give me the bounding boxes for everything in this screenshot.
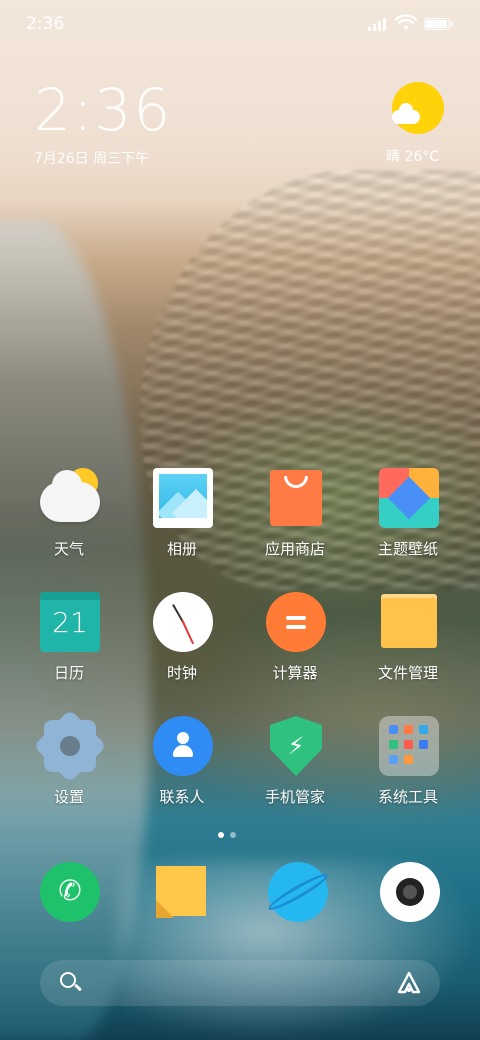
app-gallery[interactable]: 相册 [127,468,237,568]
calendar-icon: 21 [40,592,100,652]
folder-system-tools[interactable]: 系统工具 [353,716,463,816]
battery-icon [424,18,453,30]
app-contacts[interactable]: 联系人 [127,716,237,816]
app-store-icon [266,468,326,528]
app-label: 计算器 [272,664,318,682]
weather-text: 晴 26°C [386,149,440,165]
dock-notes[interactable] [154,862,214,922]
signal-icon [368,17,390,31]
contacts-icon [153,716,213,776]
app-themes[interactable]: 主题壁纸 [353,468,463,568]
wifi-icon [395,14,417,30]
app-label: 系统工具 [377,788,438,806]
app-label: 手机管家 [264,788,325,806]
calculator-icon [266,592,326,652]
app-label: 天气 [53,540,84,558]
cloud-icon [392,103,420,124]
app-store[interactable]: 应用商店 [240,468,350,568]
browser-icon [265,869,331,915]
weather-widget[interactable]: 晴 26°C [380,80,460,170]
clock-widget-time: 2:36 [34,76,173,144]
themes-icon [379,468,439,528]
assistant-icon[interactable] [396,970,422,996]
app-calculator[interactable]: 计算器 [240,592,350,692]
page-dot-2[interactable] [230,832,236,838]
settings-icon [40,716,100,776]
app-weather[interactable]: 天气 [14,468,124,568]
app-clock[interactable]: 时钟 [127,592,237,692]
camera-icon [396,878,424,906]
system-tools-folder-icon [379,716,439,776]
dock-browser[interactable] [265,862,331,922]
page-dot-1[interactable] [218,832,224,838]
app-label: 相册 [166,540,197,558]
page-indicator[interactable] [214,830,264,840]
app-settings[interactable]: 设置 [14,716,124,816]
app-security[interactable]: ⚡ 手机管家 [240,716,350,816]
file-manager-icon [379,592,439,652]
clock-widget-date: 7月26日 周三下午 [34,151,150,167]
search-bar[interactable] [40,960,440,1006]
app-label: 时钟 [166,664,197,682]
dock-camera[interactable] [380,862,440,922]
app-label: 文件管理 [377,664,438,682]
app-file-manager[interactable]: 文件管理 [353,592,463,692]
app-label: 主题壁纸 [377,540,438,558]
gallery-icon [153,468,213,528]
app-label: 应用商店 [264,540,325,558]
clock-widget[interactable]: 2:36 7月26日 周三下午 [34,80,234,170]
phone-icon: ✆ [58,874,82,907]
weather-icon [40,468,100,528]
app-label: 日历 [53,664,84,682]
status-time: 2:36 [26,14,65,34]
app-label: 联系人 [159,788,205,806]
app-calendar[interactable]: 21 日历 [14,592,124,692]
status-bar: 2:36 [0,0,480,48]
calendar-icon-day: 21 [52,606,88,639]
clock-icon [153,592,213,652]
search-icon[interactable] [60,972,82,994]
app-label: 设置 [53,788,84,806]
security-icon: ⚡ [266,716,326,776]
dock-phone[interactable]: ✆ [40,862,100,922]
